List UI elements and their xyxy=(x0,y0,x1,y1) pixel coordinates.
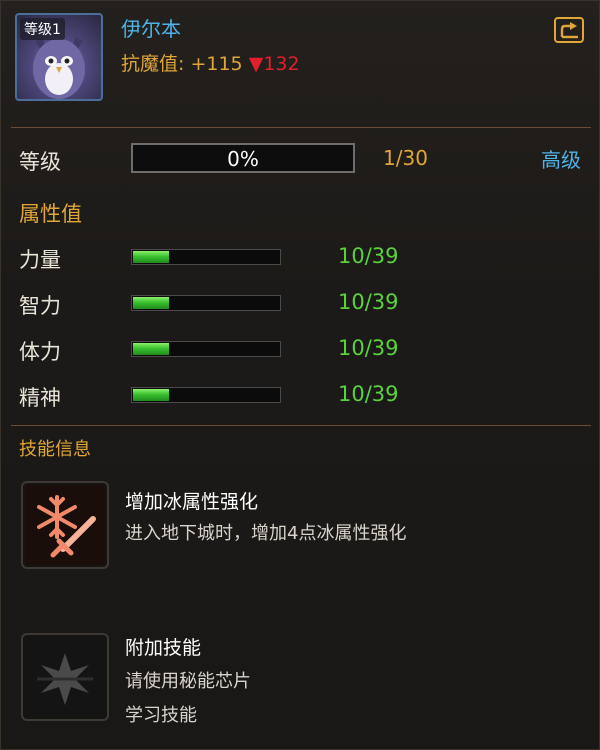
resist-value: 抗魔值: +115 ▼132 xyxy=(121,49,300,76)
skill-desc-2-line-1: 请使用秘能芯片 xyxy=(125,671,251,692)
level-progress-bar: 0% xyxy=(131,143,355,173)
skills-title: 技能信息 xyxy=(19,439,91,460)
stat-bar-vitality xyxy=(131,341,281,357)
stat-label-spirit: 精神 xyxy=(19,386,61,410)
chip-skill-icon xyxy=(25,637,105,717)
stat-label-intelligence: 智力 xyxy=(19,294,61,318)
header-divider xyxy=(11,127,591,128)
stat-fill-vitality xyxy=(133,343,169,355)
level-label: 等级 xyxy=(19,150,61,174)
pet-name: 伊尔本 xyxy=(121,17,181,41)
attributes-title: 属性值 xyxy=(19,202,82,226)
advanced-link[interactable]: 高级 xyxy=(541,144,581,173)
stat-label-strength: 力量 xyxy=(19,248,61,272)
stat-fill-intelligence xyxy=(133,297,169,309)
resist-label: 抗魔值: xyxy=(121,53,185,75)
down-arrow-icon: ▼ xyxy=(248,53,264,75)
skill-name-1: 增加冰属性强化 xyxy=(125,491,259,513)
stat-bar-strength xyxy=(131,249,281,265)
stat-value-vitality: 10/39 xyxy=(338,336,399,360)
stat-value-intelligence: 10/39 xyxy=(338,290,399,314)
skill-name-2: 附加技能 xyxy=(125,637,202,659)
skill-desc-2-line-2: 学习技能 xyxy=(125,705,197,726)
skill-desc-1: 进入地下城时，增加4点冰属性强化 xyxy=(125,523,407,544)
stat-fill-strength xyxy=(133,251,169,263)
stat-bar-spirit xyxy=(131,387,281,403)
stat-fill-spirit xyxy=(133,389,169,401)
stat-value-spirit: 10/39 xyxy=(338,382,399,406)
resist-down-value: 132 xyxy=(263,53,300,75)
stat-value-strength: 10/39 xyxy=(338,244,399,268)
pet-level-badge: 等级1 xyxy=(20,18,65,40)
share-button[interactable] xyxy=(554,17,584,43)
skill-slot-1[interactable] xyxy=(21,481,109,569)
pet-portrait[interactable]: 等级1 xyxy=(15,13,103,101)
stat-bar-intelligence xyxy=(131,295,281,311)
skill-slot-2[interactable] xyxy=(21,633,109,721)
level-percent: 0% xyxy=(227,147,259,171)
level-count: 1/30 xyxy=(383,146,428,170)
ice-sword-icon xyxy=(25,485,105,565)
pet-info-panel: 等级1 伊尔本 抗魔值: +115 ▼132 等级 0% 1/30 高级 属性值… xyxy=(0,0,600,750)
attributes-divider xyxy=(11,425,591,426)
stat-label-vitality: 体力 xyxy=(19,340,61,364)
resist-up-value: +115 xyxy=(190,53,243,75)
share-icon xyxy=(560,22,578,39)
